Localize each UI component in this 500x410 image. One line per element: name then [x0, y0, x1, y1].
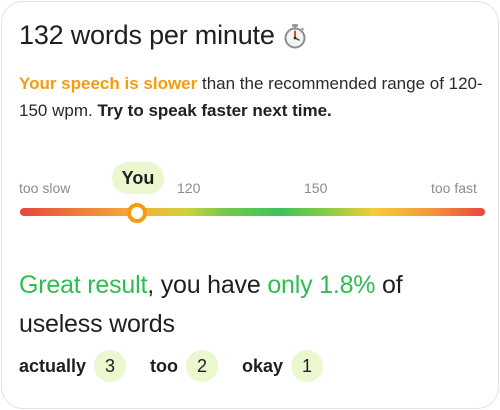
result-middle: , you have [147, 271, 268, 299]
word-chip-actually: actually 3 [19, 350, 127, 382]
word-label: okay [242, 355, 284, 376]
speed-headline-text: 132 words per minute [19, 20, 275, 50]
stopwatch-icon [284, 23, 306, 48]
pace-gradient-bar [20, 208, 485, 216]
great-result-phrase: Great result [19, 271, 148, 299]
speech-stats-card: 132 words per minute Your speech is slow… [1, 1, 499, 409]
word-label: actually [19, 355, 87, 376]
word-count-badge: 2 [186, 350, 219, 382]
you-marker-label: You [112, 162, 164, 194]
advice-text: Try to speak faster next time. [97, 101, 332, 120]
useless-share: only 1.8% [267, 271, 376, 299]
scale-label-120: 120 [177, 180, 201, 196]
pace-feedback: Your speech is slower than the recommend… [19, 70, 489, 124]
useless-words-result: Great result, you have only 1.8% of usel… [19, 266, 489, 344]
useless-words-list: actually 3 too 2 okay 1 [19, 350, 347, 382]
word-count-badge: 1 [291, 350, 324, 382]
word-count-badge: 3 [94, 350, 127, 382]
slow-phrase: Your speech is slower [19, 74, 198, 93]
scale-label-too-fast: too fast [431, 180, 477, 196]
scale-label-too-slow: too slow [19, 180, 71, 196]
scale-label-150: 150 [304, 180, 328, 196]
word-chip-too: too 2 [150, 350, 219, 382]
pace-position-marker [127, 203, 147, 223]
word-chip-okay: okay 1 [242, 350, 324, 382]
word-label: too [150, 355, 179, 376]
speed-headline: 132 words per minute [19, 20, 307, 51]
